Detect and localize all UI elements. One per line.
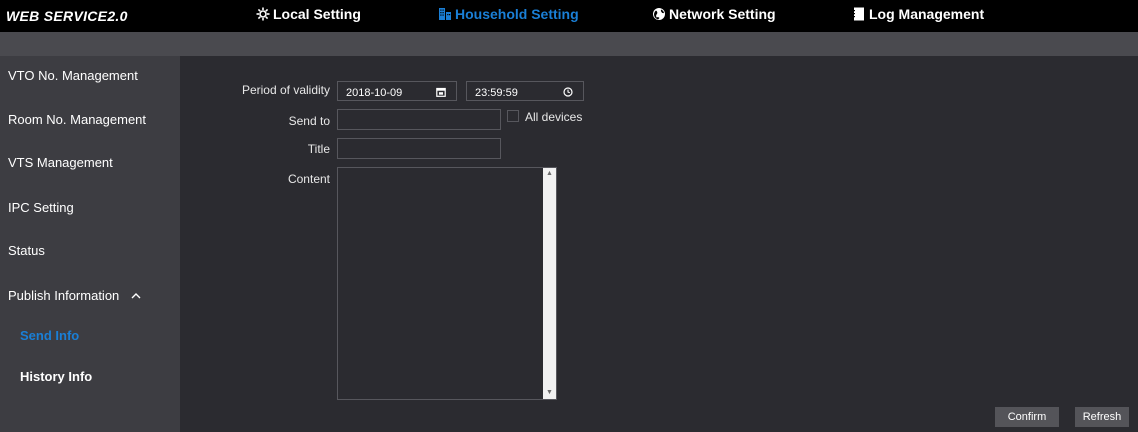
send-to-label: Send to xyxy=(288,114,330,128)
period-of-validity-label: Period of validity xyxy=(241,83,330,97)
tab-network-setting[interactable]: Network Setting xyxy=(652,0,776,28)
content-scrollbar[interactable]: ▲ ▼ xyxy=(543,168,556,399)
sidebar-item-send-info[interactable]: Send Info xyxy=(20,328,79,344)
tab-label: Network Setting xyxy=(669,6,776,22)
title-input[interactable] xyxy=(337,138,501,159)
sidebar-item-label: Publish Information xyxy=(8,288,120,303)
sidebar-item-publish-information[interactable]: Publish Information xyxy=(8,288,141,304)
date-value: 2018-10-09 xyxy=(346,87,403,99)
date-input[interactable]: 2018-10-09 xyxy=(337,81,457,101)
all-devices-label: All devices xyxy=(525,110,583,124)
sidebar-item-history-info[interactable]: History Info xyxy=(20,369,92,385)
tab-local-setting[interactable]: Local Setting xyxy=(256,0,361,28)
sidebar-item-room-no-management[interactable]: Room No. Management xyxy=(8,112,146,128)
tab-log-management[interactable]: Log Management xyxy=(852,0,984,28)
confirm-button[interactable]: Confirm xyxy=(995,407,1059,427)
tab-household-setting[interactable]: Household Setting xyxy=(438,0,579,28)
tab-label: Household Setting xyxy=(455,6,579,22)
tab-label: Local Setting xyxy=(273,6,361,22)
sidebar: VTO No. Management Room No. Management V… xyxy=(0,56,180,432)
sidebar-item-vto-no-management[interactable]: VTO No. Management xyxy=(8,68,138,84)
chevron-up-icon xyxy=(131,288,141,304)
content-textarea[interactable]: ▲ ▼ xyxy=(337,167,557,400)
sidebar-item-status[interactable]: Status xyxy=(8,243,45,259)
scroll-up-icon[interactable]: ▲ xyxy=(543,168,556,180)
sidebar-item-vts-management[interactable]: VTS Management xyxy=(8,155,113,171)
content-label: Content xyxy=(287,172,330,186)
time-value: 23:59:59 xyxy=(475,87,518,99)
sub-header-bar xyxy=(0,32,1138,56)
top-navigation-bar: WEB SERVICE2.0 Local Setting Household S… xyxy=(0,0,1138,32)
tab-label: Log Management xyxy=(869,6,985,22)
send-to-input[interactable] xyxy=(337,109,501,130)
gear-icon xyxy=(256,7,270,21)
time-input[interactable]: 23:59:59 xyxy=(466,81,584,101)
document-icon xyxy=(852,7,866,21)
title-label: Title xyxy=(307,142,330,156)
clock-icon[interactable] xyxy=(563,87,573,97)
refresh-button[interactable]: Refresh xyxy=(1075,407,1129,427)
sidebar-item-ipc-setting[interactable]: IPC Setting xyxy=(8,200,74,216)
scroll-down-icon[interactable]: ▼ xyxy=(543,387,556,399)
building-icon xyxy=(438,7,452,21)
calendar-icon[interactable] xyxy=(436,87,446,97)
all-devices-checkbox[interactable] xyxy=(507,110,519,122)
brand-logo: WEB SERVICE2.0 xyxy=(6,8,128,24)
globe-icon xyxy=(652,7,666,21)
main-content xyxy=(180,56,1138,432)
